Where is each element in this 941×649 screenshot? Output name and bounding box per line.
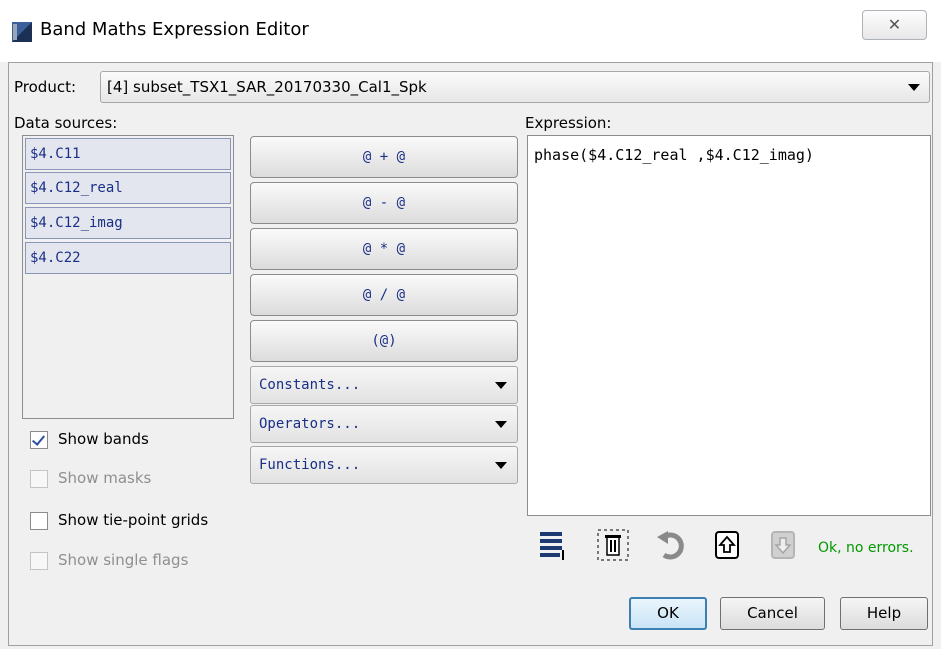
ok-button[interactable]: OK bbox=[629, 597, 707, 630]
check-icon bbox=[31, 432, 46, 446]
app-icon bbox=[12, 22, 32, 42]
title-bar: Band Maths Expression Editor ✕ bbox=[0, 0, 941, 62]
list-item[interactable]: $4.C12_real bbox=[25, 172, 231, 204]
checkbox-label: Show single flags bbox=[58, 551, 189, 569]
expression-editor[interactable]: phase($4.C12_real ,$4.C12_imag) bbox=[527, 135, 931, 516]
history-icon[interactable] bbox=[536, 528, 570, 562]
constants-dropdown[interactable]: Constants... bbox=[250, 366, 518, 404]
dropdown-label: Functions... bbox=[259, 457, 361, 473]
help-button[interactable]: Help bbox=[840, 597, 928, 630]
checkbox-box[interactable] bbox=[30, 512, 48, 530]
checkbox-label: Show tie-point grids bbox=[58, 511, 209, 529]
product-select[interactable]: [4] subset_TSX1_SAR_20170330_Cal1_Spk bbox=[100, 71, 930, 103]
status-message: Ok, no errors. bbox=[818, 540, 914, 556]
undo-icon[interactable] bbox=[654, 528, 688, 562]
import-icon[interactable] bbox=[710, 528, 744, 562]
expression-label: Expression: bbox=[525, 114, 612, 132]
product-value: [4] subset_TSX1_SAR_20170330_Cal1_Spk bbox=[107, 78, 427, 96]
dropdown-label: Constants... bbox=[259, 377, 361, 393]
window-title: Band Maths Expression Editor bbox=[40, 19, 309, 40]
clear-icon[interactable] bbox=[596, 528, 630, 562]
chevron-down-icon bbox=[495, 421, 507, 428]
dropdown-label: Operators... bbox=[259, 416, 361, 432]
checkbox-box[interactable] bbox=[30, 552, 48, 570]
multiply-operator-button[interactable]: @ * @ bbox=[250, 228, 518, 270]
subtract-operator-button[interactable]: @ - @ bbox=[250, 182, 518, 224]
export-icon[interactable] bbox=[766, 528, 800, 562]
add-operator-button[interactable]: @ + @ bbox=[250, 136, 518, 178]
checkbox-label: Show bands bbox=[58, 430, 149, 448]
data-sources-list[interactable]: $4.C11 $4.C12_real $4.C12_imag $4.C22 bbox=[22, 135, 234, 419]
product-label: Product: bbox=[14, 78, 77, 96]
list-item[interactable]: $4.C12_imag bbox=[25, 207, 231, 239]
chevron-down-icon bbox=[908, 84, 920, 91]
checkbox-box[interactable] bbox=[30, 470, 48, 488]
cancel-button[interactable]: Cancel bbox=[720, 597, 825, 630]
divide-operator-button[interactable]: @ / @ bbox=[250, 274, 518, 316]
close-button[interactable]: ✕ bbox=[862, 10, 927, 40]
data-sources-label: Data sources: bbox=[14, 114, 118, 132]
chevron-down-icon bbox=[495, 462, 507, 469]
list-item[interactable]: $4.C22 bbox=[25, 242, 231, 274]
operators-dropdown[interactable]: Operators... bbox=[250, 405, 518, 443]
list-item[interactable]: $4.C11 bbox=[25, 138, 231, 170]
functions-dropdown[interactable]: Functions... bbox=[250, 446, 518, 484]
checkbox-box[interactable] bbox=[30, 431, 48, 449]
checkbox-label: Show masks bbox=[58, 469, 152, 487]
parentheses-button[interactable]: (@) bbox=[250, 320, 518, 362]
chevron-down-icon bbox=[495, 382, 507, 389]
